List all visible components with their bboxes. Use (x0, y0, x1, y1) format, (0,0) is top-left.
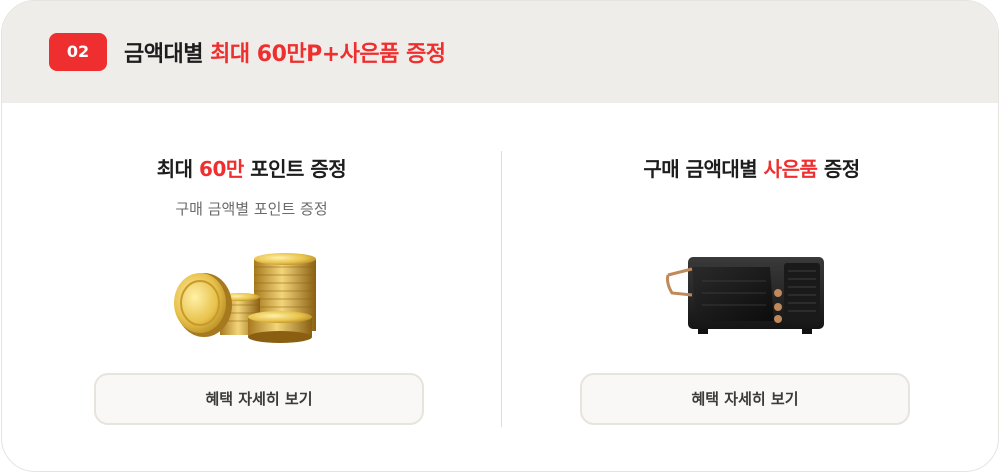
section-title: 금액대별 최대 60만P+사은품 증정 (124, 36, 446, 68)
gift-details-button[interactable]: 혜택 자세히 보기 (580, 373, 910, 425)
section-number-badge: 02 (49, 33, 107, 71)
points-details-button[interactable]: 혜택 자세히 보기 (94, 373, 424, 425)
gift-title-post: 증정 (817, 157, 860, 181)
section-title-accent: 최대 60만P+사은품 증정 (210, 42, 446, 67)
section-header: 02 금액대별 최대 60만P+사은품 증정 (2, 1, 998, 103)
points-title-accent: 60만 (199, 157, 244, 181)
points-panel: 최대 60만 포인트 증정 구매 금액별 포인트 증정 혜택 자세히 보기 (2, 103, 501, 471)
points-title-post: 포인트 증정 (243, 157, 347, 181)
points-panel-title: 최대 60만 포인트 증정 (2, 153, 501, 182)
gift-title-pre: 구매 금액대별 (643, 157, 764, 181)
gift-panel: 구매 금액대별 사은품 증정 혜택 자세히 보기 (502, 103, 998, 471)
benefit-card: 02 금액대별 최대 60만P+사은품 증정 최대 60만 포인트 증정 구매 … (1, 0, 999, 472)
toaster-oven-icon (666, 257, 824, 334)
points-title-pre: 최대 (156, 157, 200, 181)
points-panel-subtitle: 구매 금액별 포인트 증정 (175, 200, 328, 218)
gift-title-accent: 사은품 (763, 157, 818, 181)
gold-coins-icon (174, 253, 316, 343)
gift-panel-title: 구매 금액대별 사은품 증정 (502, 153, 998, 182)
section-title-plain: 금액대별 (124, 42, 203, 67)
